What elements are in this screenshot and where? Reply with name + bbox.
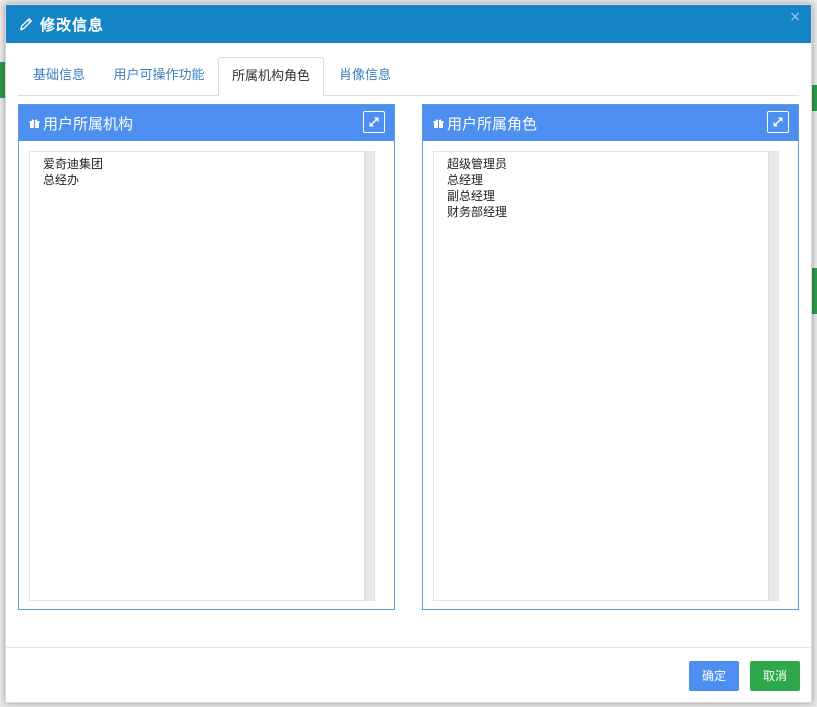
role-panel-header: 用户所属角色 (423, 105, 798, 141)
tab-portrait-info[interactable]: 肖像信息 (324, 57, 406, 94)
expand-arrows-icon (369, 117, 379, 127)
role-list[interactable]: 超级管理员 总经理 副总经理 财务部经理 (433, 151, 779, 601)
org-list-scrollbar[interactable] (364, 152, 374, 600)
list-item[interactable]: 财务部经理 (447, 204, 507, 220)
close-icon[interactable]: × (789, 9, 801, 25)
confirm-button[interactable]: 确定 (689, 661, 739, 691)
list-item[interactable]: 超级管理员 (447, 156, 507, 172)
gift-icon (29, 119, 40, 128)
org-panel-title: 用户所属机构 (43, 115, 134, 133)
modal-footer-divider (6, 647, 811, 648)
backdrop-strip-right-mid (812, 268, 817, 314)
modal-header: 修改信息 × (6, 5, 811, 43)
gift-icon (433, 119, 444, 128)
expand-arrows-icon (773, 117, 783, 127)
org-expand-button[interactable] (363, 111, 385, 133)
org-list[interactable]: 爱奇迪集团 总经办 (29, 151, 375, 601)
list-item[interactable]: 副总经理 (447, 188, 507, 204)
role-expand-button[interactable] (767, 111, 789, 133)
pencil-icon (20, 18, 32, 31)
tab-org-role[interactable]: 所属机构角色 (218, 57, 324, 96)
tab-bar: 基础信息 用户可操作功能 所属机构角色 肖像信息 (18, 57, 799, 96)
tab-user-functions[interactable]: 用户可操作功能 (104, 57, 214, 94)
modal-title: 修改信息 (40, 16, 105, 34)
edit-info-modal: 修改信息 × 基础信息 用户可操作功能 所属机构角色 肖像信息 用户所属机构 爱… (5, 4, 812, 703)
backdrop-strip-right-top (812, 85, 817, 111)
list-item[interactable]: 总经办 (43, 172, 103, 188)
org-panel: 用户所属机构 爱奇迪集团 总经办 (18, 104, 395, 610)
list-item[interactable]: 总经理 (447, 172, 507, 188)
list-item[interactable]: 爱奇迪集团 (43, 156, 103, 172)
role-panel: 用户所属角色 超级管理员 总经理 副总经理 财务部经理 (422, 104, 799, 610)
org-list-items: 爱奇迪集团 总经办 (43, 156, 103, 188)
role-panel-title: 用户所属角色 (447, 115, 538, 133)
tab-basic-info[interactable]: 基础信息 (18, 57, 100, 94)
org-panel-header: 用户所属机构 (19, 105, 394, 141)
role-list-items: 超级管理员 总经理 副总经理 财务部经理 (447, 156, 507, 220)
role-list-scrollbar[interactable] (768, 152, 778, 600)
cancel-button[interactable]: 取消 (750, 661, 800, 691)
